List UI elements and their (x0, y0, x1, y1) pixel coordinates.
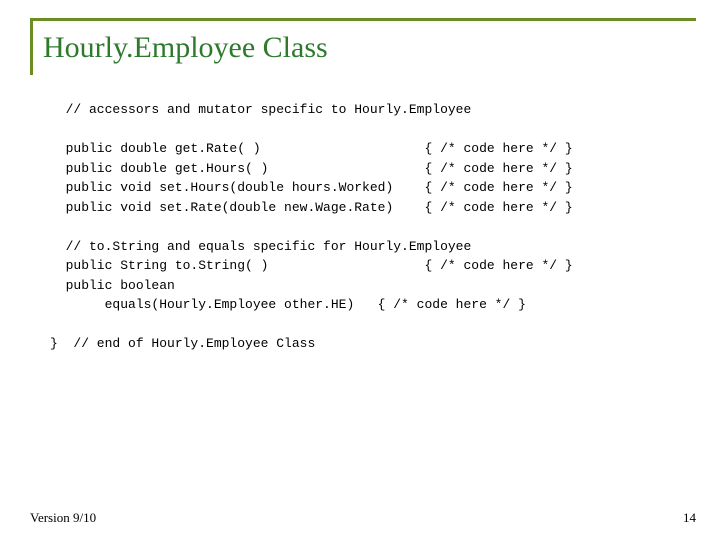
code-listing: // accessors and mutator specific to Hou… (50, 100, 696, 354)
title-container: Hourly.Employee Class (30, 18, 696, 75)
version-label: Version 9/10 (30, 510, 96, 526)
slide-title: Hourly.Employee Class (43, 31, 696, 65)
page-number: 14 (683, 510, 696, 526)
footer: Version 9/10 14 (30, 510, 696, 526)
